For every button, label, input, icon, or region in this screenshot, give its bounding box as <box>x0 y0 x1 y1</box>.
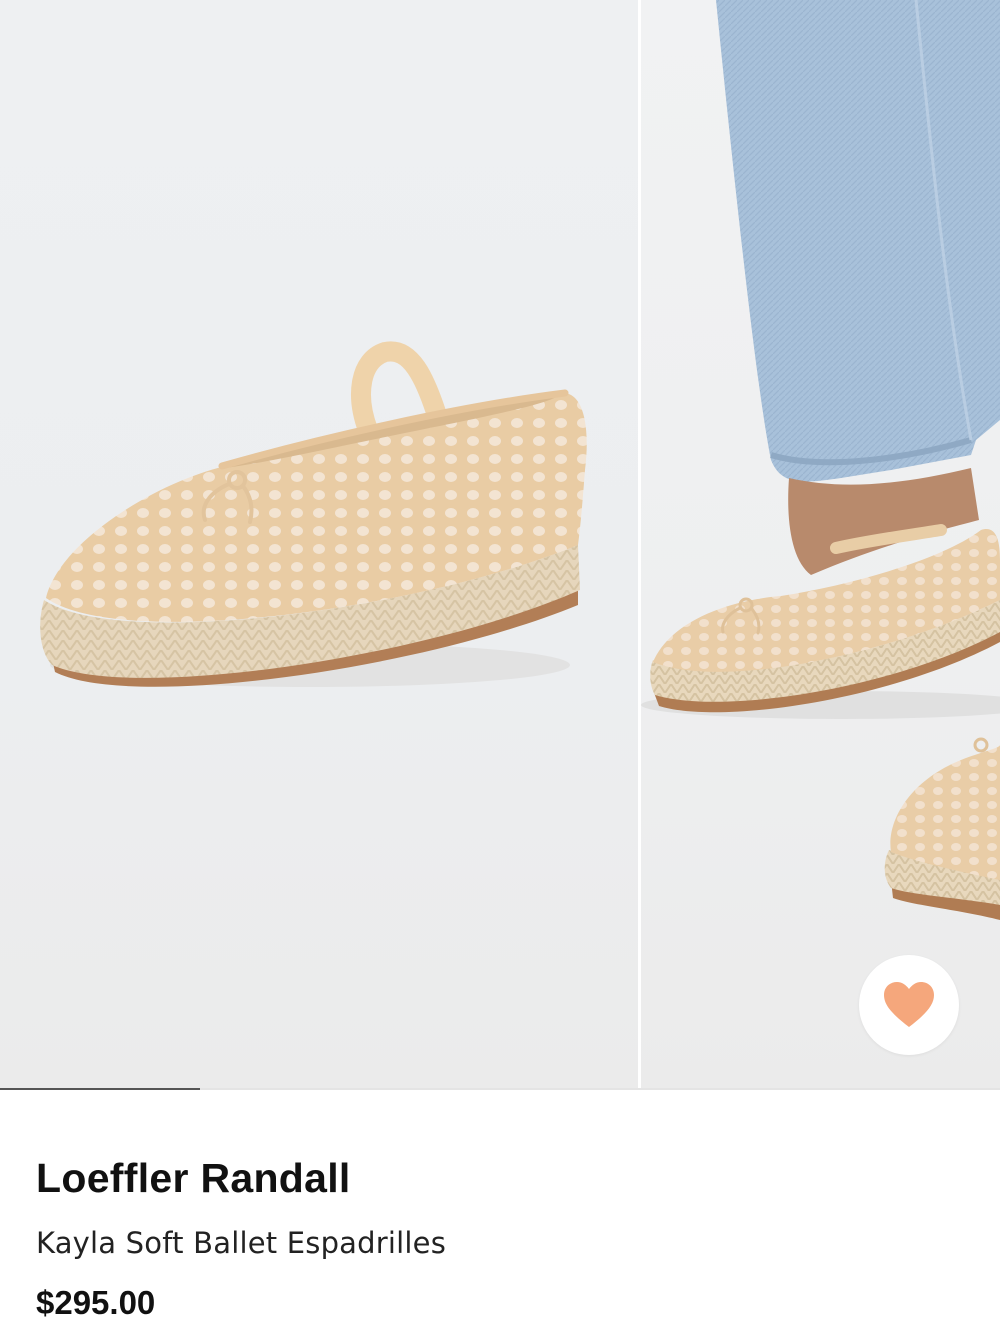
shoe-photo <box>40 341 587 687</box>
product-image-1[interactable] <box>0 0 638 1090</box>
gallery-progress-indicator <box>0 1088 200 1090</box>
product-price: $295.00 <box>36 1284 156 1321</box>
model-photo <box>641 0 1000 920</box>
heart-icon <box>884 982 934 1027</box>
brand-name[interactable]: Loeffler Randall <box>36 1150 966 1206</box>
favorite-button[interactable] <box>859 955 959 1055</box>
gallery-progress-track <box>0 1088 1000 1090</box>
product-image-2[interactable] <box>641 0 1000 1090</box>
product-info: Loeffler Randall Kayla Soft Ballet Espad… <box>36 1150 966 1326</box>
product-name: Kayla Soft Ballet Espadrilles <box>36 1226 447 1260</box>
product-image-gallery[interactable] <box>0 0 1000 1090</box>
